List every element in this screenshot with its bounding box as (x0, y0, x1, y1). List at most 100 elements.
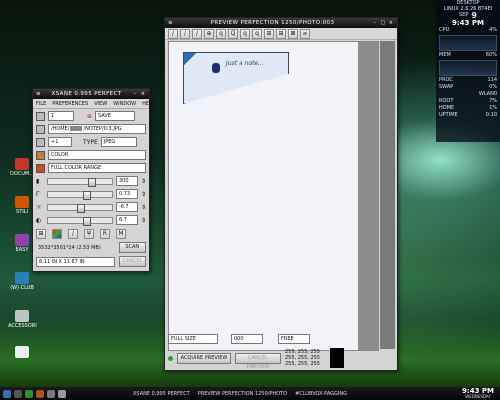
spin-icon[interactable]: ⇕ (141, 178, 146, 185)
zoom-undo-icon[interactable]: q (252, 28, 262, 39)
start-menu-icon[interactable] (3, 389, 11, 398)
step-select[interactable]: +1 (48, 137, 72, 147)
gamma-value[interactable]: 0.73 (115, 189, 138, 199)
resolution-value[interactable]: 300 (115, 176, 138, 186)
zoom-out-icon[interactable]: q (216, 28, 226, 39)
zoom-in-icon[interactable]: Q (228, 28, 238, 39)
settings-icon[interactable] (58, 389, 66, 398)
desktop-icon-accessori[interactable]: ACCESSORI (8, 310, 37, 329)
slider-thumb[interactable] (87, 177, 96, 187)
contrast-value[interactable]: 6.7 (115, 215, 138, 225)
eyedropper-black-icon[interactable]: / (192, 28, 202, 39)
folder-icon (15, 196, 29, 208)
preview-title: PREVIEW PERFECTION 1250/PHOTO:003 (210, 20, 335, 26)
size-row: 8.11 IN X 11.67 IN CANCEL (36, 256, 146, 267)
color-mode-select[interactable]: COLOR (47, 150, 146, 160)
zoom-area-icon[interactable]: q (240, 28, 250, 39)
browser-icon[interactable] (25, 389, 33, 398)
auto-enhance-icon[interactable]: Ψ (84, 229, 94, 239)
delete-images-icon[interactable]: ⊠ (288, 28, 298, 39)
preset-area-select[interactable]: FULL SIZE (168, 334, 218, 344)
close-icon[interactable]: × (140, 91, 146, 97)
channel-icon[interactable]: ⊞ (36, 229, 46, 239)
preview-canvas[interactable]: Just a note... (168, 41, 379, 351)
sysmon-network: WLAN0 (478, 91, 497, 97)
range-select[interactable]: FULL COLOR RANGE (47, 163, 146, 173)
filename-input[interactable]: /HOME/ /NOTEP/0:3.JPG (47, 124, 146, 134)
desktop-icon-club[interactable]: (W) CLUB (8, 272, 36, 291)
full-area-icon[interactable]: ⊞ (264, 28, 274, 39)
rotation-select[interactable]: 000 (231, 334, 263, 344)
aspect-ratio-select[interactable]: FREE (278, 334, 310, 344)
cancel-preview-button[interactable]: CANCEL PREVIEW (235, 352, 281, 370)
maximize-icon[interactable]: □ (380, 20, 386, 26)
eyedropper-gray-icon[interactable]: / (180, 28, 190, 39)
cpu-graph (439, 35, 497, 51)
task-preview[interactable]: PREVIEW PERFECTION 1250/PHOTO (194, 391, 291, 397)
close-icon[interactable]: × (388, 20, 394, 26)
gamma-icon: Γ (36, 190, 40, 198)
xsane-titlebar[interactable]: ≡ XSANE 0.995 PERFECT – × (33, 89, 149, 99)
menu-view[interactable]: VIEW (94, 101, 107, 107)
contrast-slider[interactable] (47, 216, 113, 226)
menu-preferences[interactable]: PREFERENCES (52, 101, 88, 107)
brightness-slider[interactable] (47, 203, 113, 213)
rgb-readout: 255, 255, 255 255, 255, 255 255, 255, 25… (285, 349, 320, 367)
folder-icon (15, 234, 29, 246)
pipette-icon[interactable]: / (68, 229, 78, 239)
brightness-value[interactable]: -6.7 (115, 202, 138, 212)
folder-icon (15, 158, 29, 170)
preview-titlebar[interactable]: ≡ PREVIEW PERFECTION 1250/PHOTO:003 – □ … (165, 18, 397, 28)
slider-thumb[interactable] (77, 203, 86, 213)
firefox-icon[interactable] (36, 389, 44, 398)
taskbar: XSANE 0.995 PERFECT PREVIEW PERFECTION 1… (0, 387, 500, 400)
scanned-card-image: Just a note... (183, 52, 289, 104)
menu-file[interactable]: FILE (36, 101, 46, 107)
desktop-icon-trash[interactable] (8, 346, 36, 359)
copies-input[interactable]: 1 (48, 111, 74, 121)
spin-icon[interactable]: ⇕ (141, 217, 146, 224)
autoselect-icon[interactable]: ⊕ (204, 28, 214, 39)
menu-window[interactable]: WINDOW (113, 101, 136, 107)
step-icon (36, 137, 45, 147)
scanned-card-caption: Just a note... (226, 60, 264, 67)
gamma-slider[interactable] (47, 190, 113, 200)
taskbar-clock[interactable]: 9:43 PM WEDNESDAY (462, 387, 500, 400)
files-icon[interactable] (47, 389, 55, 398)
color-icon[interactable] (52, 229, 62, 239)
slider-thumb[interactable] (82, 216, 91, 226)
filename-prefix: /HOME/ (50, 126, 70, 132)
preview-toolbar: / / / ⊕ q Q q q ⊞ ⊞ ⊠ ☠ (165, 28, 397, 40)
cancel-scan-button[interactable]: CANCEL (119, 256, 146, 267)
scan-button[interactable]: SCAN (118, 242, 146, 253)
acquire-preview-button[interactable]: ACQUIRE PREVIEW (177, 352, 231, 364)
preview-action-row: ACQUIRE PREVIEW CANCEL PREVIEW 255, 255,… (168, 348, 398, 370)
color-mode-icon (36, 150, 45, 160)
restore-icon[interactable]: R (100, 229, 110, 239)
spin-icon[interactable]: ⇕ (141, 191, 146, 198)
sysmon-label: UPTIME (439, 112, 458, 118)
task-irc[interactable]: #CLUBVOX-PAGGING (291, 391, 351, 397)
color-mode-row: COLOR (36, 150, 146, 160)
sysmon-label: CPU (439, 27, 450, 33)
minimize-icon[interactable]: – (132, 91, 138, 97)
skull-icon[interactable]: ☠ (300, 28, 310, 39)
task-xsane[interactable]: XSANE 0.995 PERFECT (129, 391, 194, 397)
mode-select[interactable]: SAVE (95, 111, 136, 121)
auto-area-icon[interactable]: ⊞ (276, 28, 286, 39)
mem-graph (439, 60, 497, 76)
sysmon-day: 9 (471, 11, 477, 20)
image-dimensions: 8.11 IN X 11.67 IN (36, 256, 116, 267)
minimize-icon[interactable]: – (372, 20, 378, 26)
terminal-icon[interactable] (14, 389, 22, 398)
store-icon[interactable]: M (116, 229, 126, 239)
spin-icon[interactable]: ⇕ (141, 204, 146, 211)
slider-thumb[interactable] (83, 190, 92, 200)
eyedropper-white-icon[interactable]: / (168, 28, 178, 39)
sysmon-label: ROOT (439, 98, 454, 104)
contrast-icon: ◐ (36, 216, 42, 224)
resolution-slider[interactable] (47, 177, 113, 187)
folder-icon[interactable] (36, 124, 45, 134)
type-select[interactable]: JPEG (100, 137, 137, 147)
menu-help[interactable]: HELP (142, 101, 155, 107)
